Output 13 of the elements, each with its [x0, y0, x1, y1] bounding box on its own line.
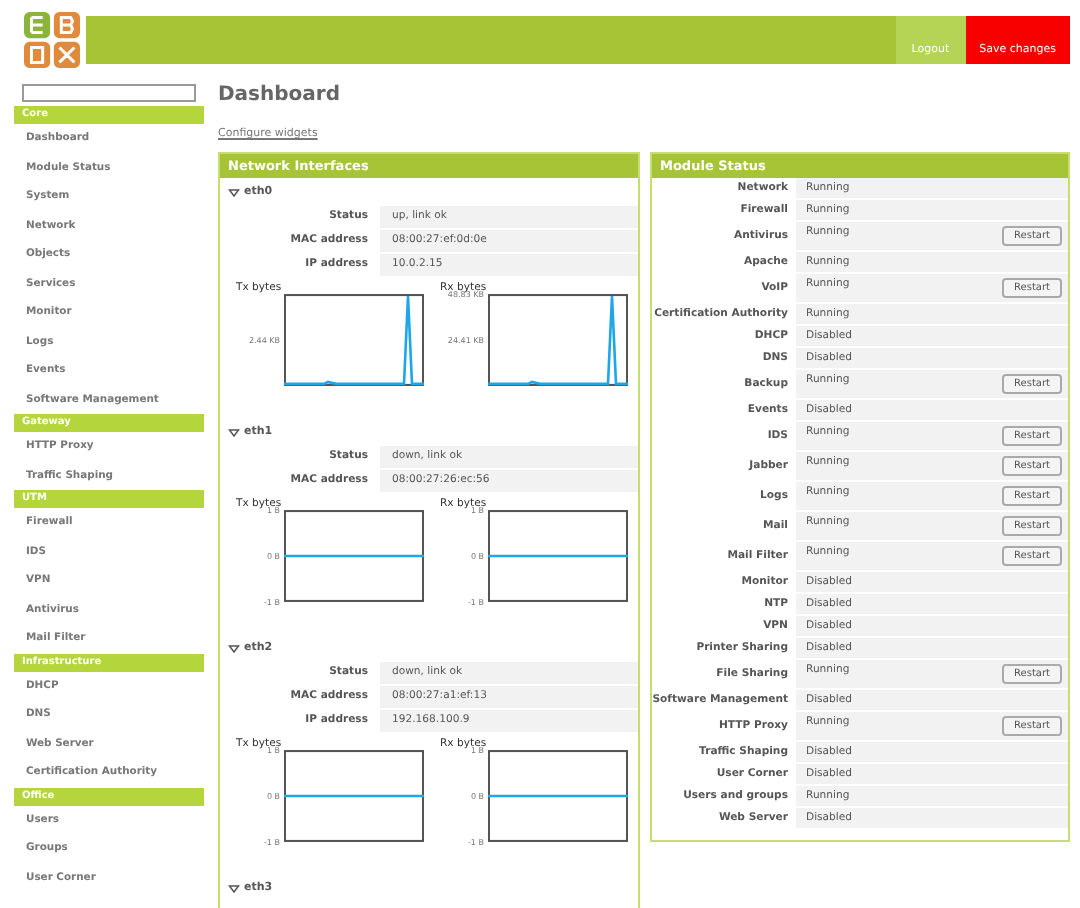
collapse-icon[interactable] [228, 883, 240, 893]
traffic-graph [488, 750, 628, 842]
traffic-graph [488, 510, 628, 602]
collapse-icon[interactable] [228, 643, 240, 653]
traffic-graph [284, 294, 424, 386]
traffic-graph [488, 294, 628, 386]
search-field[interactable] [22, 84, 196, 102]
collapse-icon[interactable] [228, 187, 240, 197]
page-title: Dashboard [218, 84, 342, 106]
traffic-graph [284, 510, 424, 602]
traffic-graph [284, 750, 424, 842]
collapse-icon[interactable] [228, 427, 240, 437]
logo-icon [24, 12, 80, 68]
